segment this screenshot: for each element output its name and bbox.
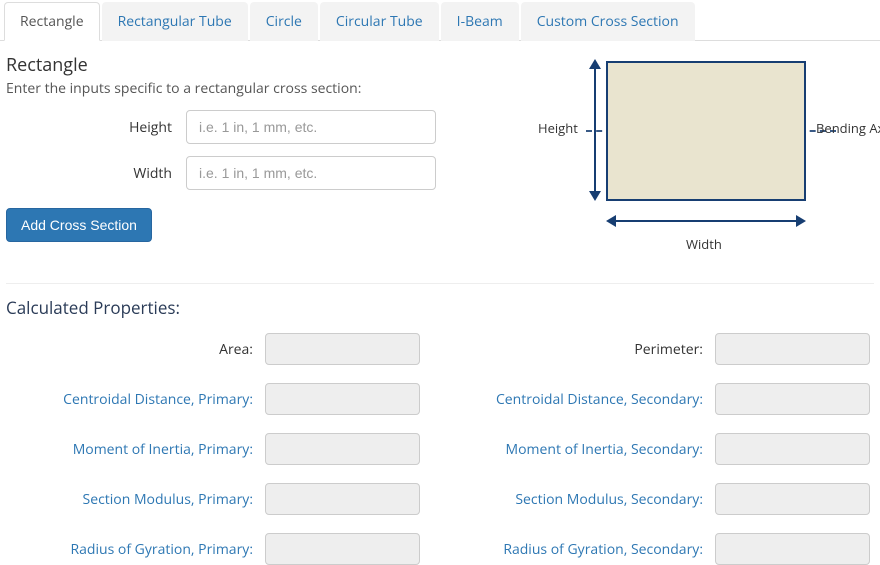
radius-of-gyration-primary-label[interactable]: Radius of Gyration, Primary: [10, 540, 265, 559]
area-label: Area: [10, 340, 265, 359]
section-modulus-secondary-value [715, 483, 870, 515]
add-cross-section-button[interactable]: Add Cross Section [6, 208, 152, 242]
tab-bar: Rectangle Rectangular Tube Circle Circul… [0, 0, 880, 41]
centroidal-distance-secondary-label[interactable]: Centroidal Distance, Secondary: [460, 390, 715, 409]
section-modulus-secondary-label[interactable]: Section Modulus, Secondary: [460, 490, 715, 509]
height-label: Height [6, 118, 186, 137]
moment-of-inertia-primary-value [265, 433, 420, 465]
moment-of-inertia-secondary-value [715, 433, 870, 465]
tab-rectangular-tube[interactable]: Rectangular Tube [102, 2, 248, 41]
tab-rectangle[interactable]: Rectangle [4, 2, 100, 41]
section-title: Rectangle [6, 53, 466, 77]
height-dimension-arrow [589, 59, 601, 201]
tab-i-beam[interactable]: I-Beam [441, 2, 519, 41]
diagram-rectangle [606, 61, 806, 201]
width-input[interactable] [186, 156, 436, 190]
width-label: Width [6, 164, 186, 183]
calculated-properties-title: Calculated Properties: [6, 296, 874, 319]
centroidal-distance-primary-label[interactable]: Centroidal Distance, Primary: [10, 390, 265, 409]
moment-of-inertia-primary-label[interactable]: Moment of Inertia, Primary: [10, 440, 265, 459]
calculated-properties-grid: Area: Perimeter: Centroidal Distance, Pr… [6, 333, 874, 565]
diagram-width-label: Width [686, 235, 722, 253]
section-modulus-primary-value [265, 483, 420, 515]
section-modulus-primary-label[interactable]: Section Modulus, Primary: [10, 490, 265, 509]
moment-of-inertia-secondary-label[interactable]: Moment of Inertia, Secondary: [460, 440, 715, 459]
height-input[interactable] [186, 110, 436, 144]
tab-circle[interactable]: Circle [250, 2, 318, 41]
tab-custom-cross-section[interactable]: Custom Cross Section [521, 2, 695, 41]
width-dimension-arrow [606, 215, 806, 227]
tab-circular-tube[interactable]: Circular Tube [320, 2, 439, 41]
perimeter-value [715, 333, 870, 365]
cross-section-diagram: Height Width Bending Axis [486, 59, 880, 259]
radius-of-gyration-secondary-label[interactable]: Radius of Gyration, Secondary: [460, 540, 715, 559]
divider [6, 283, 874, 284]
diagram-bending-axis-label: Bending Axis [816, 119, 880, 137]
perimeter-label: Perimeter: [460, 340, 715, 359]
centroidal-distance-primary-value [265, 383, 420, 415]
centroidal-distance-secondary-value [715, 383, 870, 415]
radius-of-gyration-secondary-value [715, 533, 870, 565]
diagram-height-label: Height [538, 119, 578, 137]
radius-of-gyration-primary-value [265, 533, 420, 565]
area-value [265, 333, 420, 365]
section-description: Enter the inputs specific to a rectangul… [6, 79, 466, 98]
